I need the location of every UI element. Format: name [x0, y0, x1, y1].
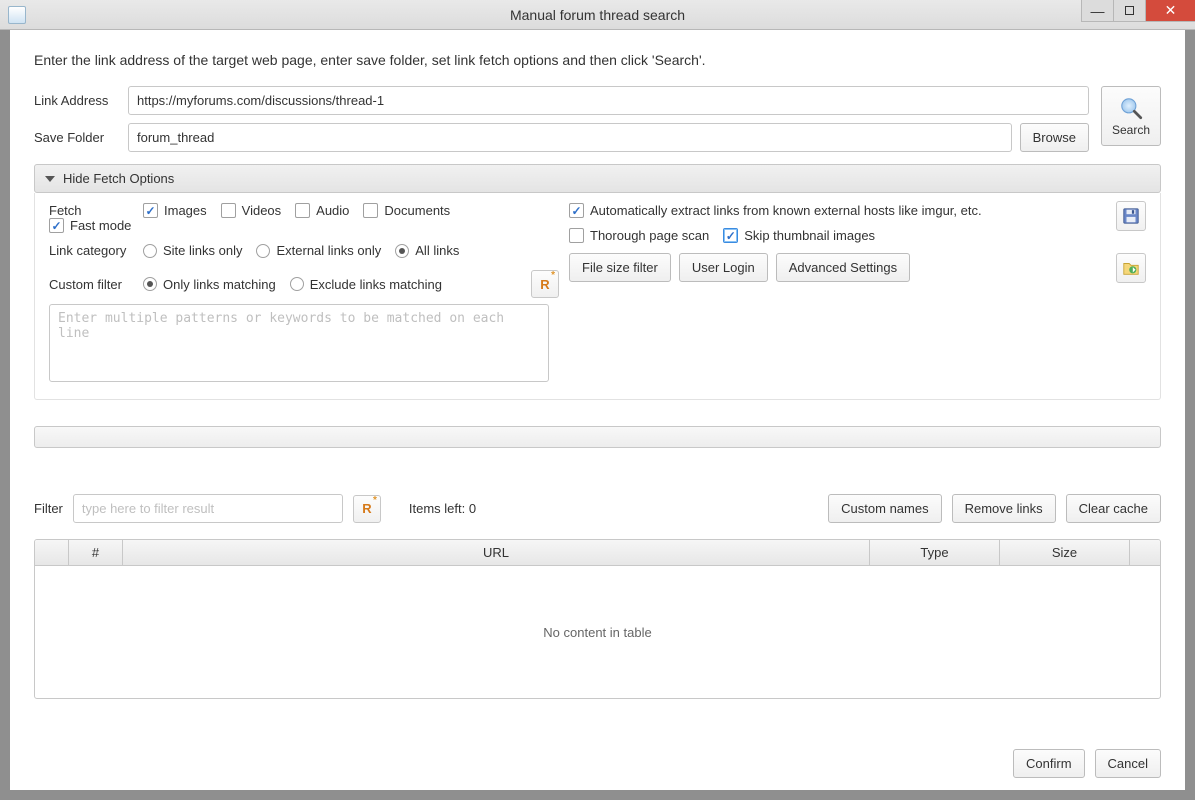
audio-checkbox[interactable]: Audio	[295, 203, 349, 218]
folder-open-icon	[1122, 259, 1140, 277]
videos-checkbox[interactable]: Videos	[221, 203, 282, 218]
results-table: # URL Type Size No content in table	[34, 539, 1161, 699]
column-number[interactable]: #	[69, 540, 123, 565]
instructions-text: Enter the link address of the target web…	[34, 52, 1161, 68]
custom-filter-label: Custom filter	[49, 277, 143, 292]
regex-button[interactable]: R	[531, 270, 559, 298]
confirm-button[interactable]: Confirm	[1013, 749, 1085, 778]
exclude-links-matching-radio[interactable]: Exclude links matching	[290, 277, 442, 292]
cancel-button[interactable]: Cancel	[1095, 749, 1161, 778]
floppy-disk-icon	[1122, 207, 1140, 225]
user-login-button[interactable]: User Login	[679, 253, 768, 282]
load-settings-button[interactable]	[1116, 253, 1146, 283]
window-body: Enter the link address of the target web…	[0, 30, 1195, 800]
external-links-only-radio[interactable]: External links only	[256, 243, 381, 258]
documents-checkbox[interactable]: Documents	[363, 203, 450, 218]
fetch-label: Fetch	[49, 203, 143, 218]
fetch-options-toggle[interactable]: Hide Fetch Options	[34, 164, 1161, 193]
link-address-input[interactable]	[128, 86, 1089, 115]
only-links-matching-radio[interactable]: Only links matching	[143, 277, 276, 292]
link-address-label: Link Address	[34, 93, 128, 108]
column-size[interactable]: Size	[1000, 540, 1130, 565]
fetch-options-panel: Fetch Images Videos Audio Documents Fast…	[34, 193, 1161, 400]
custom-names-button[interactable]: Custom names	[828, 494, 941, 523]
remove-links-button[interactable]: Remove links	[952, 494, 1056, 523]
progress-bar	[34, 426, 1161, 448]
column-url[interactable]: URL	[123, 540, 870, 565]
column-type[interactable]: Type	[870, 540, 1000, 565]
maximize-button[interactable]	[1113, 0, 1145, 22]
save-folder-label: Save Folder	[34, 130, 128, 145]
search-icon	[1118, 95, 1144, 121]
minimize-button[interactable]: —	[1081, 0, 1113, 22]
all-links-radio[interactable]: All links	[395, 243, 459, 258]
browse-button[interactable]: Browse	[1020, 123, 1089, 152]
window-title: Manual forum thread search	[0, 7, 1195, 23]
skip-thumbnail-checkbox[interactable]: Skip thumbnail images	[723, 228, 875, 243]
table-empty-message: No content in table	[35, 566, 1160, 698]
search-button[interactable]: Search	[1101, 86, 1161, 146]
clear-cache-button[interactable]: Clear cache	[1066, 494, 1161, 523]
search-button-label: Search	[1112, 123, 1150, 137]
auto-extract-checkbox[interactable]: Automatically extract links from known e…	[569, 203, 982, 218]
custom-filter-textarea[interactable]	[49, 304, 549, 382]
file-size-filter-button[interactable]: File size filter	[569, 253, 671, 282]
fetch-options-label: Hide Fetch Options	[63, 171, 174, 186]
filter-label: Filter	[34, 501, 63, 516]
table-header: # URL Type Size	[35, 540, 1160, 566]
advanced-settings-button[interactable]: Advanced Settings	[776, 253, 910, 282]
filter-input[interactable]	[73, 494, 343, 523]
images-checkbox[interactable]: Images	[143, 203, 207, 218]
close-button[interactable]: ✕	[1145, 0, 1195, 22]
column-checkbox[interactable]	[35, 540, 69, 565]
thorough-scan-checkbox[interactable]: Thorough page scan	[569, 228, 709, 243]
app-icon	[8, 6, 26, 24]
fast-mode-checkbox[interactable]: Fast mode	[49, 218, 131, 233]
items-left-label: Items left: 0	[409, 501, 476, 516]
save-folder-input[interactable]	[128, 123, 1012, 152]
site-links-only-radio[interactable]: Site links only	[143, 243, 242, 258]
link-category-label: Link category	[49, 243, 143, 258]
save-settings-button[interactable]	[1116, 201, 1146, 231]
column-scroll-spacer	[1130, 540, 1160, 565]
filter-regex-button[interactable]: R	[353, 495, 381, 523]
title-bar: Manual forum thread search — ✕	[0, 0, 1195, 30]
chevron-down-icon	[45, 176, 55, 182]
